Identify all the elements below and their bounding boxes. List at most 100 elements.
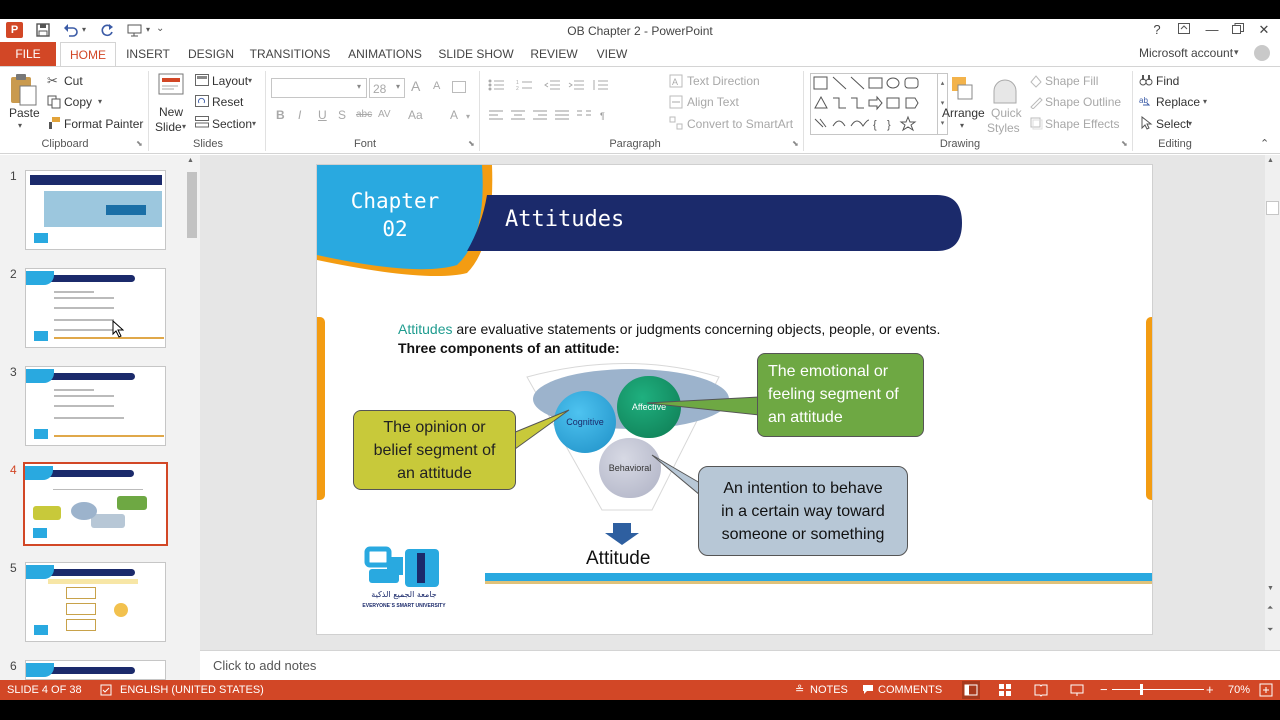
- restore-icon[interactable]: [1226, 21, 1250, 39]
- align-text-button[interactable]: Align Text: [687, 95, 739, 109]
- format-painter-button[interactable]: Format Painter: [64, 117, 143, 131]
- character-spacing-button[interactable]: AV: [378, 109, 391, 120]
- replace-dropdown-icon[interactable]: ▾: [1203, 97, 1207, 106]
- font-launcher-icon[interactable]: ⬊: [468, 139, 475, 148]
- smartart-icon[interactable]: [669, 116, 683, 133]
- tab-animations[interactable]: ANIMATIONS: [344, 42, 426, 66]
- slide-thumbnail-1[interactable]: [25, 170, 166, 250]
- font-name-dropdown-icon[interactable]: ▾: [357, 82, 361, 91]
- section-dropdown-icon[interactable]: ▾: [252, 119, 256, 128]
- arrange-dropdown-icon[interactable]: ▾: [960, 121, 964, 130]
- slide-thumbnail-5[interactable]: [25, 562, 166, 642]
- notes-pane[interactable]: Click to add notes: [200, 650, 1280, 680]
- paste-icon[interactable]: [8, 73, 40, 107]
- section-icon[interactable]: [195, 116, 209, 131]
- scroll-up-icon[interactable]: ▲: [1267, 157, 1274, 164]
- justify-icon[interactable]: [554, 109, 570, 121]
- text-direction-button[interactable]: Text Direction: [687, 74, 760, 88]
- tab-home[interactable]: HOME: [60, 42, 116, 67]
- zoom-in-button[interactable]: +: [1206, 682, 1214, 697]
- scroll-down-icon[interactable]: ▼: [1267, 585, 1274, 592]
- numbering-icon[interactable]: 12: [516, 79, 538, 91]
- shapes-gallery[interactable]: {}: [810, 73, 938, 135]
- font-name-input[interactable]: [271, 78, 367, 98]
- zoom-level[interactable]: 70%: [1228, 684, 1250, 696]
- scroll-up-icon[interactable]: ▲: [187, 157, 194, 164]
- tab-slide-show[interactable]: SLIDE SHOW: [436, 42, 516, 66]
- bold-button[interactable]: B: [276, 108, 285, 122]
- paragraph-launcher-icon[interactable]: ⬊: [792, 139, 799, 148]
- zoom-out-button[interactable]: −: [1100, 682, 1108, 697]
- zoom-slider-thumb[interactable]: [1140, 684, 1143, 695]
- layout-icon[interactable]: [195, 74, 209, 89]
- shape-outline-icon[interactable]: [1029, 95, 1043, 112]
- slide-thumbnail-3[interactable]: [25, 366, 166, 446]
- cut-button[interactable]: Cut: [64, 74, 83, 88]
- slide-thumbnail-2[interactable]: [25, 268, 166, 348]
- tab-transitions[interactable]: TRANSITIONS: [248, 42, 332, 66]
- paste-button[interactable]: Paste: [9, 106, 40, 120]
- text-direction-icon[interactable]: A: [669, 74, 683, 91]
- shapes-gallery-scroll[interactable]: ▴ ▾ ▾: [938, 73, 948, 135]
- account-name[interactable]: Microsoft account: [1139, 46, 1233, 60]
- tab-review[interactable]: REVIEW: [526, 42, 582, 66]
- rtl-icon[interactable]: ¶: [598, 109, 614, 121]
- arrange-icon[interactable]: [948, 73, 978, 108]
- replace-button[interactable]: Replace: [1156, 95, 1200, 109]
- find-button[interactable]: Find: [1156, 74, 1179, 88]
- drawing-launcher-icon[interactable]: ⬊: [1121, 139, 1128, 148]
- ribbon-display-options-icon[interactable]: [1172, 21, 1196, 39]
- grow-font-button[interactable]: A: [411, 78, 420, 94]
- underline-button[interactable]: U: [318, 108, 327, 122]
- new-slide-label-2[interactable]: Slide: [155, 120, 182, 134]
- decrease-indent-icon[interactable]: [544, 79, 562, 91]
- account-dropdown-icon[interactable]: ▾: [1234, 47, 1239, 58]
- increase-indent-icon[interactable]: [568, 79, 586, 91]
- copy-icon[interactable]: [47, 95, 61, 112]
- select-dropdown-icon[interactable]: ▾: [1188, 119, 1192, 128]
- notes-placeholder[interactable]: Click to add notes: [213, 658, 316, 673]
- replace-icon[interactable]: ab: [1139, 95, 1153, 112]
- shrink-font-button[interactable]: A: [433, 80, 440, 92]
- language-indicator[interactable]: ENGLISH (UNITED STATES): [120, 684, 264, 696]
- font-color-dropdown-icon[interactable]: ▾: [466, 112, 470, 121]
- align-center-icon[interactable]: [510, 109, 526, 121]
- tab-file[interactable]: FILE: [0, 42, 56, 66]
- convert-smartart-button[interactable]: Convert to SmartArt: [687, 117, 793, 131]
- layout-button[interactable]: Layout: [212, 74, 248, 88]
- tab-view[interactable]: VIEW: [592, 42, 632, 66]
- bullets-icon[interactable]: [488, 79, 510, 91]
- section-button[interactable]: Section: [212, 117, 252, 131]
- reset-icon[interactable]: [195, 95, 209, 110]
- line-spacing-icon[interactable]: [592, 79, 610, 91]
- current-slide[interactable]: Chapter 02 Attitudes Attitudes are evalu…: [316, 164, 1153, 635]
- layout-dropdown-icon[interactable]: ▾: [248, 76, 252, 85]
- notes-icon[interactable]: ≗: [795, 683, 804, 696]
- collapse-ribbon-icon[interactable]: ⌃: [1260, 137, 1269, 150]
- slide-show-icon[interactable]: [1070, 683, 1084, 700]
- shape-outline-button[interactable]: Shape Outline: [1045, 95, 1121, 109]
- font-size-dropdown-icon[interactable]: ▾: [396, 82, 400, 91]
- shape-fill-button[interactable]: Shape Fill: [1045, 74, 1098, 88]
- select-icon[interactable]: [1141, 115, 1153, 133]
- new-slide-dropdown-icon[interactable]: ▾: [182, 122, 186, 131]
- reading-view-icon[interactable]: [1034, 683, 1048, 700]
- spell-check-icon[interactable]: [100, 684, 112, 699]
- minimize-icon[interactable]: —: [1200, 21, 1224, 39]
- slide-thumbnail-6[interactable]: [25, 660, 166, 680]
- columns-icon[interactable]: [576, 109, 592, 121]
- change-case-button[interactable]: Aa: [408, 108, 423, 122]
- close-icon[interactable]: ✕: [1252, 21, 1276, 39]
- align-text-icon[interactable]: [669, 95, 683, 112]
- normal-view-button[interactable]: [962, 681, 980, 699]
- slide-scrollbar-handle[interactable]: [1266, 201, 1279, 215]
- align-right-icon[interactable]: [532, 109, 548, 121]
- quick-styles-icon[interactable]: [990, 73, 1020, 108]
- previous-slide-icon[interactable]: ⏶: [1267, 603, 1273, 613]
- quick-styles-label-2[interactable]: Styles: [987, 121, 1020, 135]
- tab-design[interactable]: DESIGN: [184, 42, 238, 66]
- italic-button[interactable]: I: [298, 108, 301, 122]
- notes-button[interactable]: NOTES: [810, 684, 848, 696]
- slide-scrollbar[interactable]: ▲ ▼ ⏶ ⏷: [1265, 155, 1280, 650]
- arrange-button[interactable]: Arrange: [942, 106, 985, 120]
